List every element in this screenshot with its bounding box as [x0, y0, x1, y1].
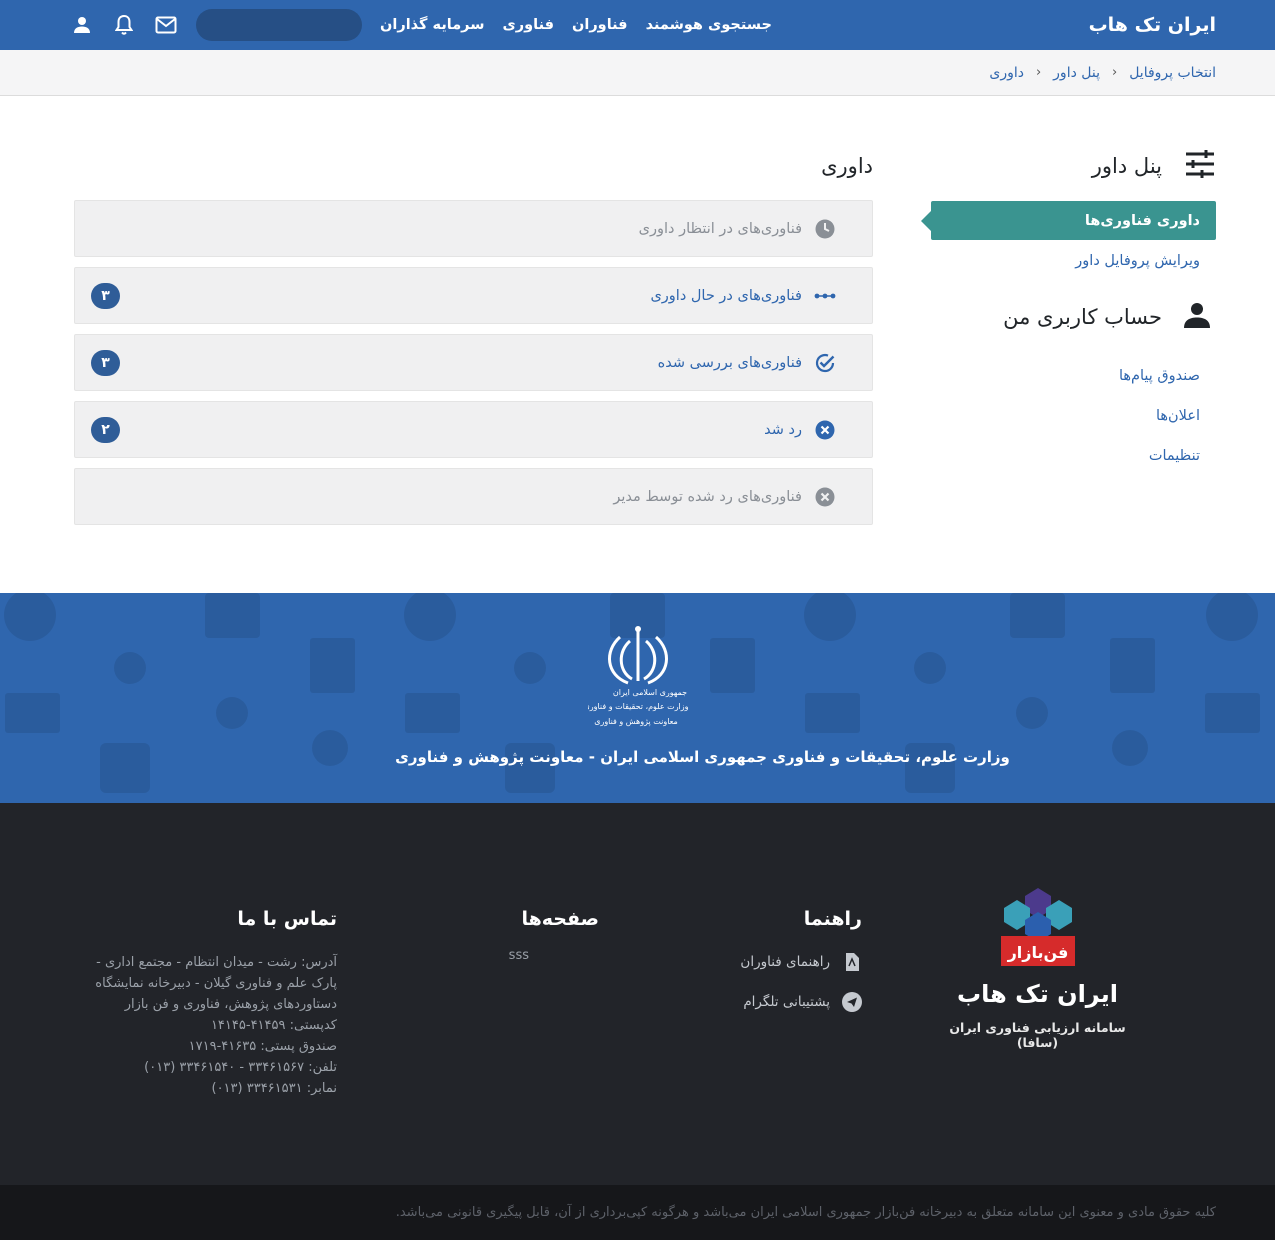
- sliders-icon: [1184, 150, 1216, 182]
- breadcrumb-referee-panel[interactable]: پنل داور: [1053, 65, 1100, 81]
- footer-brand: فن‌بازار ایران تک هاب سامانه ارزیابی فنا…: [945, 888, 1130, 1050]
- bell-icon[interactable]: [112, 13, 136, 37]
- contact-line: نمابر: ۳۳۴۶۱۵۳۱ (۰۱۳): [211, 1081, 337, 1096]
- guide-link-label: پشتیبانی تلگرام: [743, 994, 830, 1010]
- sidebar-panel-title: پنل داور: [1091, 154, 1162, 178]
- row-in-progress[interactable]: فناوری‌های در حال داوری ۳: [74, 267, 873, 324]
- contact-line: کدپستی: ۴۱۴۵۹-۱۴۱۴۵: [210, 1018, 337, 1033]
- check-circle-icon: [814, 352, 836, 374]
- row-reviewed[interactable]: فناوری‌های بررسی شده ۳: [74, 334, 873, 391]
- clock-icon: [814, 218, 836, 240]
- nav-icons: [70, 13, 178, 37]
- contact-line: پارک علم و فناوری گیلان - دبیرخانه نمایش…: [95, 976, 337, 991]
- footer-guide: راهنما راهنمای فناوران پشتیبانی تلگرام: [662, 908, 862, 1032]
- footer: فن‌بازار ایران تک هاب سامانه ارزیابی فنا…: [0, 803, 1275, 1185]
- x-circle-icon: [814, 419, 836, 441]
- contact-line: دستاوردهای پژوهش، فناوری و فن بازار: [124, 997, 337, 1012]
- footer-brand-subtitle: سامانه ارزیابی فناوری ایران (سافا): [949, 1020, 1126, 1050]
- footer-contact: تماس با ما آدرس: رشت - میدان انتظام - مج…: [77, 908, 337, 1099]
- row-label: فناوری‌های رد شده توسط مدیر: [613, 488, 802, 505]
- row-label: فناوری‌های بررسی شده: [657, 354, 802, 371]
- footer-pages: صفحه‌ها sss: [419, 908, 599, 963]
- ministry-title: وزارت علوم، تحقیقات و فناوری جمهوری اسلا…: [395, 748, 1010, 766]
- x-circle-icon: [814, 486, 836, 508]
- sidebar-item-refereeing[interactable]: داوری فناوری‌ها: [921, 201, 1216, 240]
- breadcrumb-separator: ‹: [1035, 65, 1042, 80]
- footer-pages-title: صفحه‌ها: [521, 908, 599, 930]
- nav-link-smart-search[interactable]: جستجوی هوشمند: [646, 17, 772, 33]
- nav-link-technology[interactable]: فناوری: [502, 17, 554, 33]
- main-area: پنل داور داوری فناوری‌ها ویرایش پروفایل …: [0, 96, 1275, 593]
- guide-link-telegram[interactable]: پشتیبانی تلگرام: [662, 992, 862, 1012]
- count-badge: ۳: [91, 282, 120, 309]
- site-brand[interactable]: ایران تک هاب: [1089, 14, 1216, 36]
- contact-line: صندوق پستی: ۴۱۶۳۵-۱۷۱۹: [188, 1039, 337, 1054]
- ministry-emblem: جمهوری اسلامی ایران وزارت علوم، تحقیقات …: [583, 623, 688, 738]
- top-navbar: ایران تک هاب جستجوی هوشمند فناوران فناور…: [0, 0, 1275, 50]
- pdf-icon: [842, 952, 862, 972]
- user-icon[interactable]: [70, 13, 94, 37]
- count-badge: ۳: [91, 349, 120, 376]
- nav-left-group: جستجوی هوشمند فناوران فناوری سرمایه گذار…: [70, 9, 772, 41]
- sidebar-item-inbox[interactable]: صندوق پیام‌ها: [931, 356, 1216, 395]
- sidebar: پنل داور داوری فناوری‌ها ویرایش پروفایل …: [921, 148, 1216, 475]
- telegram-icon: [842, 992, 862, 1012]
- sidebar-account-title: حساب کاربری من: [1003, 305, 1162, 329]
- guide-link-innovators[interactable]: راهنمای فناوران: [662, 952, 862, 972]
- sidebar-item-settings[interactable]: تنظیمات: [931, 436, 1216, 475]
- row-rejected-by-admin[interactable]: فناوری‌های رد شده توسط مدیر: [74, 468, 873, 525]
- dots-icon: [814, 285, 836, 307]
- count-badge: ۲: [91, 416, 120, 443]
- sidebar-panel-header: پنل داور: [931, 148, 1216, 184]
- row-label: فناوری‌های در حال داوری: [650, 287, 802, 304]
- guide-link-label: راهنمای فناوران: [740, 954, 830, 970]
- contact-line: آدرس: رشت - میدان انتظام - مجتمع اداری -: [96, 955, 337, 970]
- copyright-bar: کلیه حقوق مادی و معنوی این سامانه متعلق …: [0, 1185, 1275, 1240]
- sidebar-item-edit-referee-profile[interactable]: ویرایش پروفایل داور: [931, 241, 1216, 280]
- page-title: داوری: [821, 154, 873, 178]
- pages-link[interactable]: sss: [419, 948, 599, 963]
- nav-links: جستجوی هوشمند فناوران فناوری سرمایه گذار…: [380, 17, 772, 33]
- mail-icon[interactable]: [154, 13, 178, 37]
- user-icon: [1184, 302, 1210, 332]
- search-input[interactable]: [196, 9, 362, 41]
- sidebar-account-header: حساب کاربری من: [931, 299, 1216, 335]
- refereeing-content: داوری فناوری‌های در انتظار داوری فناوری‌…: [74, 148, 873, 535]
- sidebar-item-notifications[interactable]: اعلان‌ها: [931, 396, 1216, 435]
- breadcrumb-select-profile[interactable]: انتخاب پروفایل: [1129, 65, 1216, 81]
- nav-link-innovators[interactable]: فناوران: [572, 17, 628, 33]
- emblem-line: وزارت علوم، تحقیقات و فناوری: [588, 702, 688, 711]
- contact-line: تلفن: ۳۳۴۶۱۵۶۷ - ۳۳۴۶۱۵۴۰ (۰۱۳): [144, 1060, 337, 1075]
- footer-contact-title: تماس با ما: [237, 908, 337, 930]
- breadcrumb-refereeing[interactable]: داوری: [989, 65, 1024, 81]
- copyright-text: کلیه حقوق مادی و معنوی این سامانه متعلق …: [395, 1205, 1216, 1220]
- breadcrumb: انتخاب پروفایل ‹ پنل داور ‹ داوری: [0, 50, 1275, 96]
- footer-brand-title: ایران تک هاب: [957, 980, 1118, 1008]
- row-label: رد شد: [764, 421, 802, 438]
- fanbazar-logo: فن‌بازار: [1000, 888, 1075, 968]
- ministry-band: جمهوری اسلامی ایران وزارت علوم، تحقیقات …: [0, 593, 1275, 803]
- logo-text: فن‌بازار: [1006, 943, 1068, 962]
- footer-guide-title: راهنما: [803, 908, 862, 930]
- emblem-line: معاونت پژوهش و فناوری: [594, 717, 678, 726]
- breadcrumb-separator: ‹: [1112, 65, 1118, 80]
- row-rejected[interactable]: رد شد ۲: [74, 401, 873, 458]
- emblem-line: جمهوری اسلامی ایران: [612, 688, 686, 697]
- nav-link-investors[interactable]: سرمایه گذاران: [380, 17, 484, 33]
- row-label: فناوری‌های در انتظار داوری: [638, 220, 802, 237]
- row-pending-refereeing[interactable]: فناوری‌های در انتظار داوری: [74, 200, 873, 257]
